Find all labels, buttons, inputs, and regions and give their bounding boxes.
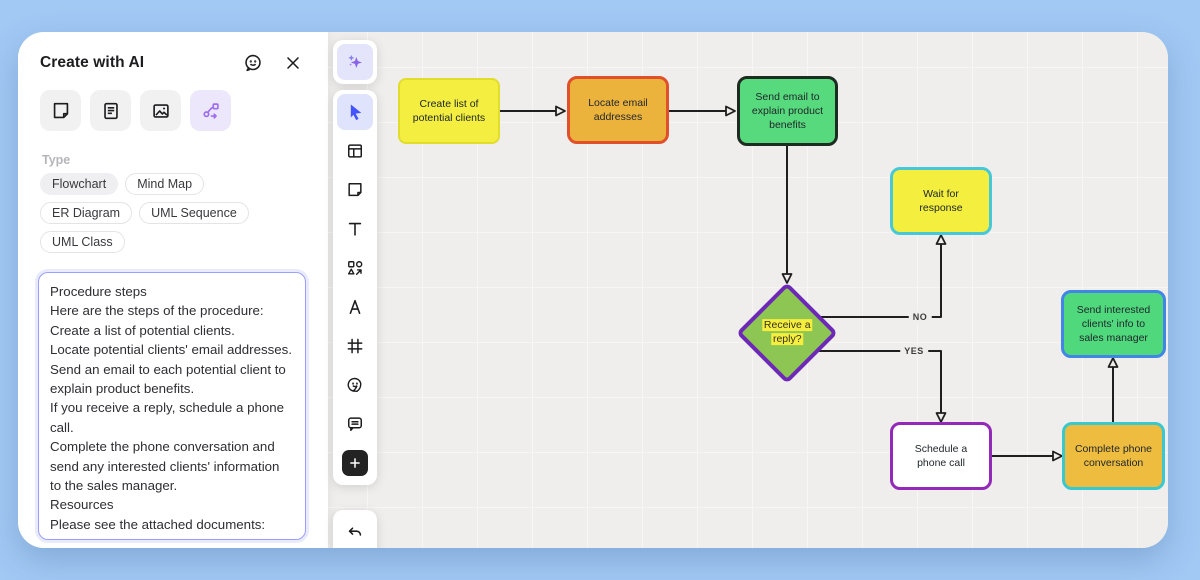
undo-button[interactable]	[337, 514, 373, 548]
mode-diagram-button[interactable]	[190, 90, 231, 131]
plus-icon	[348, 456, 362, 470]
type-chip-uml-class[interactable]: UML Class	[40, 231, 125, 253]
shapes-icon	[345, 258, 365, 278]
add-more-tools-button[interactable]	[342, 450, 368, 476]
sticky-note-icon	[50, 100, 72, 122]
feedback-button[interactable]	[240, 50, 266, 76]
flow-node-create-list[interactable]: Create list of potential clients	[398, 78, 500, 144]
prompt-input[interactable]: Procedure steps Here are the steps of th…	[38, 272, 306, 540]
select-cursor-button[interactable]	[337, 94, 373, 130]
templates-tool-button[interactable]	[337, 133, 373, 169]
edge-label-no: NO	[908, 311, 932, 323]
ai-sparkles-button[interactable]	[337, 44, 373, 80]
type-label: Type	[42, 153, 71, 167]
edge-create-to-locate	[500, 105, 566, 117]
tool-rail	[333, 32, 377, 548]
create-with-ai-panel: Create with AI Type Flowchart Mind Map E…	[18, 32, 328, 548]
feedback-smiley-icon	[242, 52, 264, 74]
flow-node-schedule-call[interactable]: Schedule a phone call	[890, 422, 992, 490]
flow-node-label: Wait for response	[919, 187, 963, 214]
flow-node-label: Send interested clients' info to sales m…	[1076, 303, 1151, 345]
flow-node-label: Send email to explain product benefits	[751, 90, 824, 132]
type-chip-mind-map[interactable]: Mind Map	[125, 173, 205, 195]
edge-yes-to-schedule	[819, 350, 947, 423]
edge-schedule-to-complete	[992, 450, 1063, 462]
mode-image-button[interactable]	[140, 90, 181, 131]
text-icon	[345, 219, 365, 239]
type-chip-er-diagram[interactable]: ER Diagram	[40, 202, 133, 224]
mode-button-row	[18, 82, 328, 131]
mode-document-button[interactable]	[90, 90, 131, 131]
sticker-tool-button[interactable]	[337, 367, 373, 403]
flow-node-label: Locate email addresses	[588, 96, 648, 123]
flow-node-send-info[interactable]: Send interested clients' info to sales m…	[1061, 290, 1166, 358]
pen-marker-icon	[345, 297, 365, 317]
flow-node-send-email[interactable]: Send email to explain product benefits	[737, 76, 838, 146]
main-tool-container	[333, 90, 377, 485]
mode-sticky-note-button[interactable]	[40, 90, 81, 131]
close-panel-button[interactable]	[280, 50, 306, 76]
diagram-icon	[200, 100, 222, 122]
flow-node-locate-email[interactable]: Locate email addresses	[567, 76, 669, 144]
sticker-smiley-icon	[345, 375, 365, 395]
flow-node-wait-response[interactable]: Wait for response	[890, 167, 992, 235]
ai-sparkles-icon	[344, 51, 366, 73]
layout-template-icon	[345, 141, 365, 161]
ai-tool-container	[333, 40, 377, 84]
panel-header: Create with AI	[18, 32, 328, 82]
cursor-icon	[345, 102, 365, 122]
close-icon	[283, 53, 303, 73]
sticky-note-icon	[345, 180, 365, 200]
whiteboard-canvas[interactable]: NO YES Create list of potential clients …	[328, 32, 1168, 548]
edge-locate-to-send	[669, 105, 736, 117]
edge-no-to-wait	[821, 234, 947, 318]
edge-send-to-diamond	[781, 146, 793, 284]
frame-tool-button[interactable]	[337, 328, 373, 364]
undo-icon	[345, 522, 365, 542]
frame-icon	[345, 336, 365, 356]
pen-tool-button[interactable]	[337, 289, 373, 325]
panel-title: Create with AI	[40, 54, 145, 71]
flow-node-complete-conversation[interactable]: Complete phone conversation	[1062, 422, 1165, 490]
type-chip-flowchart[interactable]: Flowchart	[40, 173, 119, 195]
edge-complete-to-sendinfo	[1107, 357, 1119, 422]
flow-node-label: Complete phone conversation	[1074, 442, 1153, 469]
text-tool-button[interactable]	[337, 211, 373, 247]
comment-tool-button[interactable]	[337, 406, 373, 442]
image-icon	[150, 100, 172, 122]
type-chip-uml-sequence[interactable]: UML Sequence	[139, 202, 249, 224]
shapes-tool-button[interactable]	[337, 250, 373, 286]
sticky-note-tool-button[interactable]	[337, 172, 373, 208]
app-window: NO YES Create list of potential clients …	[18, 32, 1168, 548]
flow-node-label: Create list of potential clients	[412, 97, 486, 124]
document-icon	[100, 100, 122, 122]
edge-label-yes: YES	[900, 345, 928, 357]
type-chip-group: Flowchart Mind Map ER Diagram UML Sequen…	[18, 173, 318, 253]
comment-icon	[345, 414, 365, 434]
flow-node-label: Receive a reply?	[761, 319, 813, 345]
flow-node-label: Schedule a phone call	[914, 442, 968, 469]
undo-tool-container	[333, 510, 377, 548]
